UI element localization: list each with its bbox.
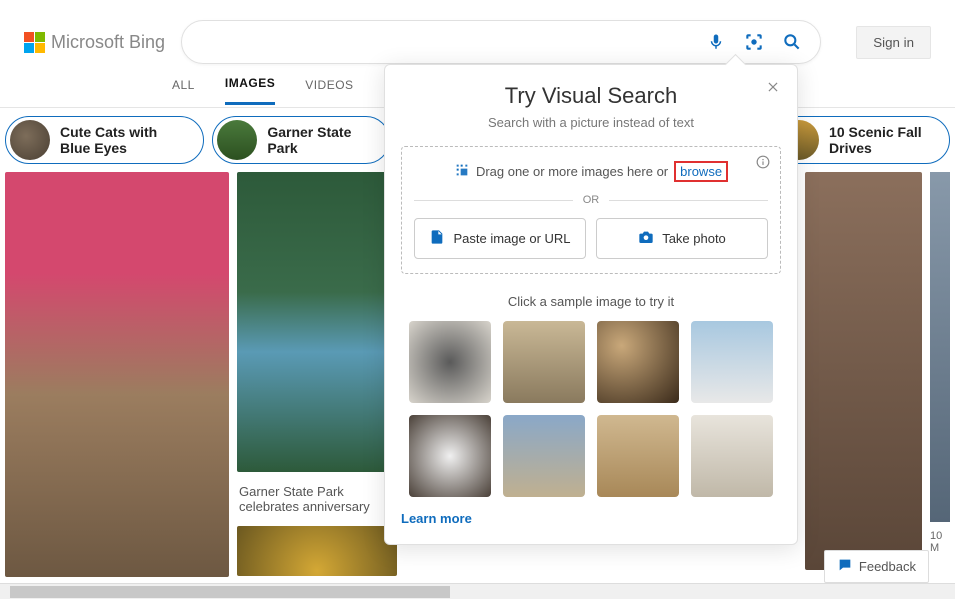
feedback-icon (837, 557, 853, 576)
search-icon[interactable] (782, 32, 802, 52)
info-icon[interactable] (756, 155, 772, 171)
sign-in-button[interactable]: Sign in (856, 26, 931, 59)
popover-title: Try Visual Search (401, 83, 781, 109)
sample-image[interactable] (691, 415, 773, 497)
sample-image[interactable] (503, 321, 585, 403)
or-divider: OR (583, 194, 600, 206)
drag-image-icon (454, 162, 470, 181)
sample-image[interactable] (409, 321, 491, 403)
camera-icon (638, 229, 654, 248)
related-pill[interactable]: Cute Cats with Blue Eyes (5, 116, 204, 164)
result-image[interactable] (5, 172, 229, 577)
browse-link[interactable]: browse (680, 164, 722, 179)
sample-image[interactable] (597, 415, 679, 497)
image-dropzone[interactable]: Drag one or more images here or browse O… (401, 146, 781, 274)
logo-text: Microsoft Bing (51, 32, 165, 53)
tab-videos[interactable]: VIDEOS (305, 78, 353, 104)
drag-text: Drag one or more images here or (476, 164, 668, 179)
result-image[interactable] (237, 526, 397, 576)
result-image[interactable] (805, 172, 922, 570)
pill-label: 10 Scenic Fall Drives (829, 124, 933, 156)
related-pill[interactable]: 10 Scenic Fall Drives (774, 116, 950, 164)
visual-search-popover: Try Visual Search Search with a picture … (384, 64, 798, 545)
tab-all[interactable]: ALL (172, 78, 195, 104)
paste-image-button[interactable]: Paste image or URL (414, 218, 586, 259)
mic-icon[interactable] (706, 32, 726, 52)
learn-more-link[interactable]: Learn more (401, 511, 472, 526)
bing-logo[interactable]: Microsoft Bing (24, 32, 165, 53)
take-photo-button[interactable]: Take photo (596, 218, 768, 259)
sample-image[interactable] (597, 321, 679, 403)
horizontal-scrollbar[interactable] (0, 583, 955, 599)
pill-label: Cute Cats with Blue Eyes (60, 124, 187, 156)
pill-thumbnail (10, 120, 50, 160)
result-image[interactable] (930, 172, 950, 522)
pill-label: Garner State Park (267, 124, 373, 156)
sample-image[interactable] (503, 415, 585, 497)
result-image[interactable] (237, 172, 397, 472)
sample-image[interactable] (409, 415, 491, 497)
tab-images[interactable]: IMAGES (225, 76, 275, 105)
close-icon[interactable] (761, 75, 785, 99)
pill-thumbnail (217, 120, 257, 160)
popover-subtitle: Search with a picture instead of text (401, 115, 781, 130)
visual-search-icon[interactable] (744, 32, 764, 52)
result-caption: Garner State Park celebrates anniversary (237, 480, 397, 518)
related-pill[interactable]: Garner State Park (212, 116, 390, 164)
scrollbar-thumb[interactable] (10, 586, 450, 598)
microsoft-logo-icon (24, 32, 45, 53)
sample-image[interactable] (691, 321, 773, 403)
paste-icon (429, 229, 445, 248)
search-input[interactable] (181, 20, 821, 64)
feedback-button[interactable]: Feedback (824, 550, 929, 583)
sample-images-grid (401, 321, 781, 497)
result-caption: 10 M (930, 530, 950, 554)
sample-images-title: Click a sample image to try it (401, 294, 781, 309)
